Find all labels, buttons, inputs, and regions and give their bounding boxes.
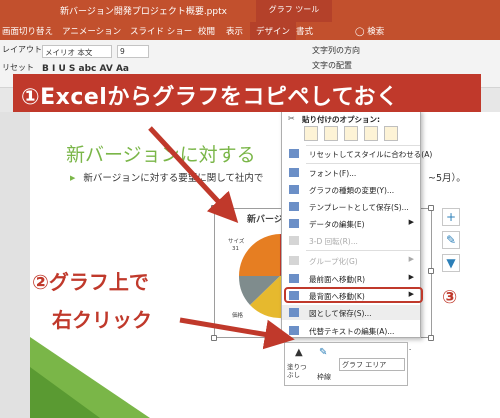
step2-annotation-line2: 右クリック [52, 308, 152, 332]
pen-icon[interactable]: ✎ [319, 347, 327, 358]
menu-item-label: リセットしてスタイルに合わせる(A) [309, 150, 433, 159]
resize-handle[interactable] [428, 335, 434, 341]
context-menu-item: グループ化(G) ▶ [282, 253, 420, 268]
menu-item-label: グループ化(G) [309, 257, 358, 266]
menu-item-icon [289, 326, 299, 335]
menu-item-icon [289, 185, 299, 194]
fill-button[interactable]: 塗りつぶし [287, 363, 307, 379]
menu-item-icon [289, 202, 299, 211]
submenu-arrow-icon: ▶ [408, 273, 414, 281]
chart-styles-brush-icon[interactable]: ✎ [442, 231, 460, 249]
font-size-select[interactable]: 9 [117, 45, 149, 58]
step1-banner: ①Excelからグラフをコピペしておく [13, 74, 481, 112]
paste-option-icon[interactable] [364, 126, 378, 141]
context-menu-item[interactable]: 代替テキストの編集(A)... [282, 323, 420, 338]
menu-item-label: フォント(F)... [309, 169, 357, 178]
tab-design[interactable]: デザイン [250, 22, 297, 40]
menu-item-icon [289, 219, 299, 228]
reset-button[interactable]: リセット [2, 62, 34, 73]
paste-options-label: 貼り付けのオプション: [302, 115, 380, 124]
menu-item-icon [289, 236, 299, 245]
menu-item-icon [289, 256, 299, 265]
context-menu-item[interactable]: 図として保存(S)... [282, 305, 420, 320]
submenu-arrow-icon: ▶ [408, 255, 414, 263]
slide-bullet-end: ~5月）。 [428, 173, 466, 184]
ribbon-tabs: 画面切り替え アニメーション スライド ショー 校閲 表示 デザイン 書式 ◯ … [0, 22, 500, 40]
chart-element-select[interactable]: グラフ エリア [339, 358, 405, 371]
submenu-arrow-icon: ▶ [408, 218, 414, 226]
font-name-select[interactable]: メイリオ 本文 [42, 45, 112, 58]
menu-item-label: グラフの種類の変更(Y)... [309, 186, 395, 195]
menu-item-icon [289, 149, 299, 158]
context-menu-item[interactable]: 最前面へ移動(R) ▶ [282, 271, 420, 286]
menu-item-label: 最前面へ移動(R) [309, 275, 366, 284]
pie-slice [239, 234, 280, 276]
step2-annotation-line1: ②グラフ上で [32, 270, 149, 294]
search-box[interactable]: ◯ 検索 [355, 25, 384, 37]
tab-format[interactable]: 書式 [296, 25, 313, 37]
paste-option-icon[interactable] [384, 126, 398, 141]
mini-toolbar: ▲ 塗りつぶし ✎ 枠線 グラフ エリア [284, 342, 408, 386]
search-label: 検索 [367, 27, 385, 37]
pie-label-price: 価格 [232, 313, 244, 319]
slide-bullet[interactable]: 新バージョンに対する要望に関して社内で [70, 170, 263, 184]
chart-tools-label: グラフ ツール [256, 0, 332, 22]
text-direction-button[interactable]: 文字列の方向 [312, 45, 360, 56]
menu-item-label: データの編集(E) [309, 220, 365, 229]
resize-handle[interactable] [211, 205, 217, 211]
menu-item-icon [289, 168, 299, 177]
paste-option-icon[interactable] [344, 126, 358, 141]
layout-button[interactable]: レイアウト [2, 44, 42, 55]
pie-label-num: 31 [232, 246, 239, 252]
scissors-icon[interactable]: ✂ [288, 114, 295, 123]
context-menu-item[interactable]: リセットしてスタイルに合わせる(A) [282, 146, 432, 161]
menu-item-label: 3-D 回転(R)... [309, 237, 358, 246]
paint-bucket-icon[interactable]: ▲ [295, 347, 303, 358]
lightbulb-icon: ◯ [355, 27, 368, 37]
menu-item-label: 図として保存(S)... [309, 309, 372, 318]
resize-handle[interactable] [428, 268, 434, 274]
slide-title[interactable]: 新バージョンに対する [66, 140, 256, 167]
pie-label-size: サイズ [228, 239, 245, 245]
resize-handle[interactable] [211, 335, 217, 341]
chart-filter-icon[interactable]: ▼ [442, 254, 460, 272]
tab-slideshow[interactable]: スライド ショー [130, 25, 192, 37]
outline-button[interactable]: 枠線 [317, 372, 331, 382]
tab-animations[interactable]: アニメーション [62, 25, 121, 37]
menu-item-icon [289, 274, 299, 283]
paste-option-icon[interactable] [304, 126, 318, 141]
title-bar: 新バージョン開発プロジェクト概要.pptx グラフ ツール [0, 0, 500, 22]
window-title: 新バージョン開発プロジェクト概要.pptx [60, 7, 227, 17]
tab-view[interactable]: 表示 [226, 25, 243, 37]
format-buttons[interactable]: B I U S abc AV Aa [42, 64, 129, 74]
chart-elements-plus-icon[interactable]: + [442, 208, 460, 226]
menu-separator [306, 163, 420, 164]
resize-handle[interactable] [428, 205, 434, 211]
tab-transitions[interactable]: 画面切り替え [2, 25, 53, 37]
context-menu: ✂ 貼り付けのオプション: リセットしてスタイルに合わせる(A) フォント(F).… [281, 110, 432, 352]
menu-item-label: テンプレートとして保存(S)... [309, 203, 409, 212]
slide-thumbnail-pane[interactable] [0, 112, 30, 418]
tab-review[interactable]: 校閲 [198, 25, 215, 37]
menu-separator [306, 250, 420, 251]
context-menu-item[interactable]: データの編集(E) ▶ [282, 216, 420, 231]
context-menu-item[interactable]: フォント(F)... [282, 165, 420, 180]
paste-option-icon[interactable] [324, 126, 338, 141]
text-align-button[interactable]: 文字の配置 [312, 60, 352, 71]
context-menu-item[interactable]: テンプレートとして保存(S)... [282, 199, 420, 214]
context-menu-item[interactable]: グラフの種類の変更(Y)... [282, 182, 420, 197]
menu-item-icon [289, 308, 299, 317]
save-as-picture-highlight [284, 287, 423, 303]
context-menu-item: 3-D 回転(R)... [282, 233, 420, 248]
menu-item-label: 代替テキストの編集(A)... [309, 327, 395, 336]
step3-annotation: ③ [442, 287, 458, 308]
